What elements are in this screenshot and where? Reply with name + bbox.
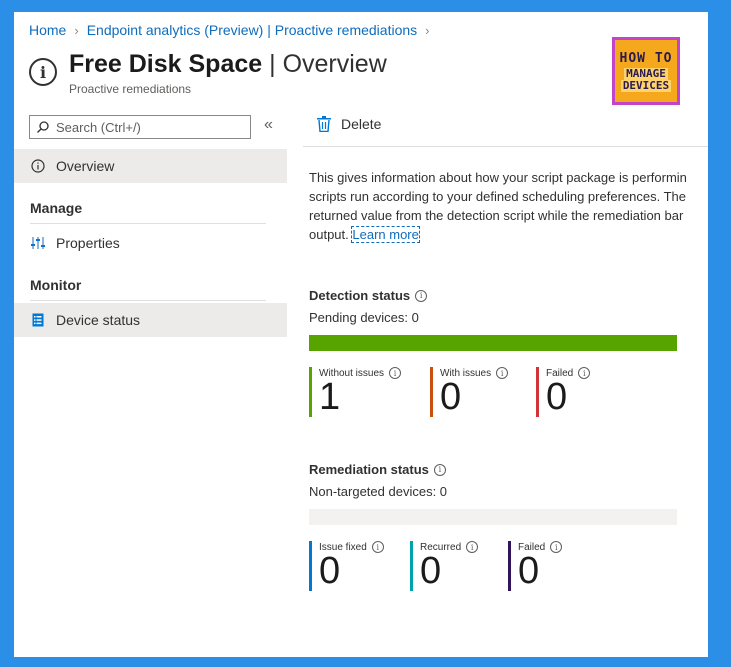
search-placeholder: Search (Ctrl+/) [56,119,141,135]
stat-issue-fixed[interactable]: Issue fixed i 0 [309,541,384,591]
detection-status-bar [309,335,677,351]
search-icon [37,121,49,133]
trash-icon [317,116,331,132]
page-title: Free Disk Space | Overview [69,50,387,78]
device-status-icon [30,313,46,327]
breadcrumb: Home › Endpoint analytics (Preview) | Pr… [29,22,438,38]
toolbar-divider [303,146,708,147]
delete-label: Delete [341,116,382,132]
stat-recurred[interactable]: Recurred i 0 [410,541,479,592]
delete-button[interactable]: Delete [317,116,381,132]
stat-value: 0 [420,550,442,592]
chevron-right-icon: › [425,22,430,38]
info-icon[interactable]: i [433,463,446,476]
overview-description: This gives information about how your sc… [309,170,687,243]
non-targeted-devices-label: Non-targeted devices: 0 [309,484,448,499]
stat-value: 0 [546,376,568,418]
sidebar-section-monitor: Monitor [30,277,82,293]
breadcrumb-home-link[interactable]: Home [29,22,66,38]
pending-devices-label: Pending devices: 0 [309,310,419,325]
page-subtitle: Proactive remediations [69,82,192,96]
sidebar-item-device-status[interactable]: Device status [14,303,287,337]
stat-without-issues[interactable]: Without issues i 1 [309,367,402,418]
stat-failed[interactable]: Failed i 0 [536,367,591,418]
divider [30,300,266,301]
detection-status-title: Detection status i [309,288,428,303]
page-header: i Free Disk Space | Overview Proactive r… [29,50,387,96]
properties-icon [30,236,46,250]
sidebar-item-overview[interactable]: Overview [14,149,287,183]
stat-value: 0 [518,550,540,592]
sidebar-item-properties[interactable]: Properties [14,226,287,260]
sidebar-item-label: Device status [56,312,141,328]
learn-more-link[interactable]: Learn more [351,226,420,243]
info-icon: i [371,541,384,553]
info-icon: i [389,367,402,379]
sidebar-section-manage: Manage [30,200,83,216]
remediation-status-bar [309,509,677,525]
breadcrumb-proactive-remediations-link[interactable]: Endpoint analytics (Preview) | Proactive… [87,22,417,38]
chevron-right-icon: › [74,22,79,38]
stat-value: 1 [319,376,341,418]
portal-frame: Home › Endpoint analytics (Preview) | Pr… [14,12,708,657]
sidebar-item-label: Properties [56,235,120,251]
search-input[interactable]: Search (Ctrl+/) [29,115,251,139]
info-icon [30,159,46,173]
stat-value: 0 [440,376,462,418]
how-to-manage-devices-logo: HOW TO MANAGE DEVICES [612,37,680,105]
stat-failed[interactable]: Failed i 0 [508,541,563,592]
stat-value: 0 [319,550,341,592]
sidebar-item-label: Overview [56,158,115,174]
collapse-sidebar-button[interactable]: « [264,116,273,134]
info-icon[interactable]: i [415,289,428,302]
stat-with-issues[interactable]: With issues i 0 [430,367,509,418]
remediation-status-title: Remediation status i [309,462,446,477]
info-icon: i [29,58,57,86]
divider [30,223,266,224]
